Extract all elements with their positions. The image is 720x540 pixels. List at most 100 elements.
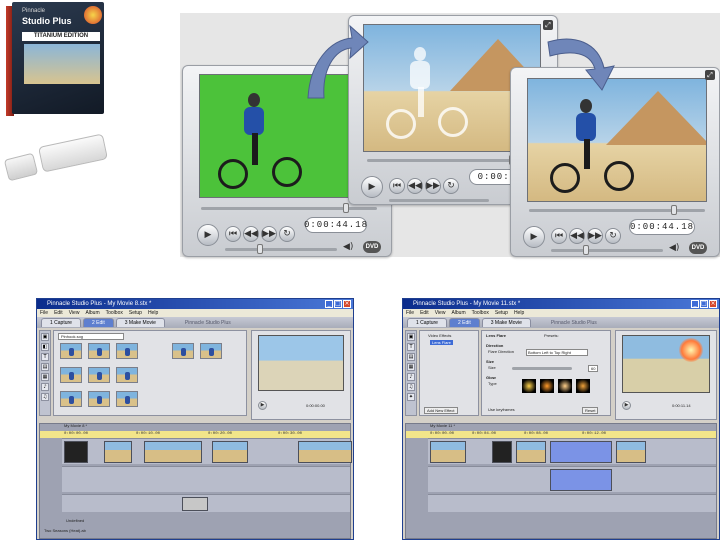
go-to-start-button[interactable]: ⏮ bbox=[225, 226, 241, 242]
flare-direction-select[interactable]: Bottom Left to Top Right bbox=[526, 349, 588, 356]
photo-icon[interactable]: ▤ bbox=[407, 353, 415, 361]
selected-clip[interactable] bbox=[550, 469, 612, 491]
album-dropdown[interactable]: Pinhook.sog bbox=[58, 333, 124, 340]
play-button[interactable]: ▶ bbox=[523, 226, 545, 248]
flare-type-swatch[interactable] bbox=[522, 379, 536, 393]
speaker-icon[interactable]: ◀) bbox=[669, 243, 679, 253]
scrub-bar[interactable] bbox=[201, 207, 377, 210]
selected-clip[interactable] bbox=[550, 441, 612, 463]
loop-button[interactable]: ↻ bbox=[443, 178, 459, 194]
close-icon[interactable]: × bbox=[709, 300, 717, 308]
add-new-effect-button[interactable]: Add New Effect bbox=[424, 407, 458, 414]
timeline-clip[interactable] bbox=[64, 441, 88, 463]
use-keyframes-checkbox[interactable]: Use keyframes bbox=[488, 407, 515, 412]
time-ruler[interactable]: 0:00:00.00 0:00:04.00 0:00:08.00 0:00:12… bbox=[406, 431, 716, 438]
menu-icon[interactable]: ▦ bbox=[41, 373, 49, 381]
volume-knob[interactable] bbox=[257, 244, 263, 254]
timeline-clip[interactable] bbox=[430, 441, 466, 463]
album-thumbnail[interactable] bbox=[60, 343, 82, 359]
size-value[interactable]: 60 bbox=[588, 365, 599, 372]
speaker-icon[interactable]: ◀) bbox=[343, 242, 353, 252]
fast-forward-button[interactable]: ▶▶ bbox=[425, 178, 441, 194]
dvd-button[interactable]: DVD bbox=[689, 242, 707, 254]
tab-edit[interactable]: 2 Edit bbox=[82, 318, 114, 327]
sound-icon[interactable]: ♪ bbox=[41, 383, 49, 391]
effects-icon[interactable]: ✦ bbox=[407, 393, 415, 401]
title-icon[interactable]: T bbox=[407, 343, 415, 351]
timeline-clip[interactable] bbox=[298, 441, 352, 463]
tab-edit[interactable]: 2 Edit bbox=[448, 318, 480, 327]
album-thumbnail[interactable] bbox=[172, 343, 194, 359]
maximize-icon[interactable]: □ bbox=[700, 300, 708, 308]
reset-button[interactable]: Reset bbox=[582, 407, 599, 414]
volume-track[interactable] bbox=[551, 249, 663, 252]
menu-setup[interactable]: Setup bbox=[129, 309, 142, 317]
go-to-start-button[interactable]: ⏮ bbox=[551, 228, 567, 244]
volume-track[interactable] bbox=[225, 248, 337, 251]
album-thumbnail[interactable] bbox=[88, 367, 110, 383]
play-button[interactable]: ▶ bbox=[622, 401, 631, 410]
menu-view[interactable]: View bbox=[69, 309, 80, 317]
album-thumbnail[interactable] bbox=[116, 391, 138, 407]
menu-edit[interactable]: Edit bbox=[54, 309, 63, 317]
play-button[interactable]: ▶ bbox=[258, 401, 267, 410]
music-icon[interactable]: ♫ bbox=[407, 383, 415, 391]
menu-album[interactable]: Album bbox=[451, 309, 465, 317]
close-icon[interactable]: × bbox=[343, 300, 351, 308]
dvd-button[interactable]: DVD bbox=[363, 241, 381, 253]
tab-make-movie[interactable]: 3 Make Movie bbox=[481, 318, 531, 327]
title-icon[interactable]: T bbox=[41, 353, 49, 361]
rewind-button[interactable]: ◀◀ bbox=[569, 228, 585, 244]
rewind-button[interactable]: ◀◀ bbox=[407, 178, 423, 194]
album-thumbnail[interactable] bbox=[88, 343, 110, 359]
flare-type-swatch[interactable] bbox=[558, 379, 572, 393]
menu-file[interactable]: File bbox=[40, 309, 48, 317]
fullscreen-icon[interactable]: ⤢ bbox=[705, 70, 715, 80]
rewind-button[interactable]: ◀◀ bbox=[243, 226, 259, 242]
loop-button[interactable]: ↻ bbox=[605, 228, 621, 244]
album-thumbnail[interactable] bbox=[60, 391, 82, 407]
timeline-clip[interactable] bbox=[492, 441, 512, 463]
album-thumbnail[interactable] bbox=[116, 367, 138, 383]
menu-toolbox[interactable]: Toolbox bbox=[472, 309, 489, 317]
album-thumbnail[interactable] bbox=[116, 343, 138, 359]
minimize-icon[interactable]: _ bbox=[325, 300, 333, 308]
scrub-bar[interactable] bbox=[529, 209, 705, 212]
play-button[interactable]: ▶ bbox=[361, 176, 383, 198]
tab-make-movie[interactable]: 3 Make Movie bbox=[115, 318, 165, 327]
volume-track[interactable] bbox=[389, 199, 489, 202]
menu-view[interactable]: View bbox=[435, 309, 446, 317]
timeline-clip[interactable] bbox=[182, 497, 208, 511]
album-thumbnail[interactable] bbox=[88, 391, 110, 407]
menu-help[interactable]: Help bbox=[514, 309, 524, 317]
fast-forward-button[interactable]: ▶▶ bbox=[261, 226, 277, 242]
menu-album[interactable]: Album bbox=[85, 309, 99, 317]
album-thumbnail[interactable] bbox=[60, 367, 82, 383]
size-slider[interactable] bbox=[512, 367, 572, 370]
time-ruler[interactable]: 0:00:00.00 0:00:10.00 0:00:20.00 0:00:30… bbox=[40, 431, 350, 438]
timeline-clip[interactable] bbox=[516, 441, 546, 463]
tab-capture[interactable]: 1 Capture bbox=[407, 318, 447, 327]
sound-icon[interactable]: ♪ bbox=[407, 373, 415, 381]
music-icon[interactable]: ♫ bbox=[41, 393, 49, 401]
timeline-clip[interactable] bbox=[144, 441, 202, 463]
flare-type-swatch[interactable] bbox=[576, 379, 590, 393]
menu-file[interactable]: File bbox=[406, 309, 414, 317]
loop-button[interactable]: ↻ bbox=[279, 226, 295, 242]
menu-toolbox[interactable]: Toolbox bbox=[106, 309, 123, 317]
tab-capture[interactable]: 1 Capture bbox=[41, 318, 81, 327]
video-icon[interactable]: ▣ bbox=[41, 333, 49, 341]
menu-edit[interactable]: Edit bbox=[420, 309, 429, 317]
menu-setup[interactable]: Setup bbox=[495, 309, 508, 317]
go-to-start-button[interactable]: ⏮ bbox=[389, 178, 405, 194]
minimize-icon[interactable]: _ bbox=[691, 300, 699, 308]
timeline-clip[interactable] bbox=[212, 441, 248, 463]
menu-icon[interactable]: ▦ bbox=[407, 363, 415, 371]
video-icon[interactable]: ▣ bbox=[407, 333, 415, 341]
transition-icon[interactable]: ◧ bbox=[41, 343, 49, 351]
album-thumbnail[interactable] bbox=[200, 343, 222, 359]
play-button[interactable]: ▶ bbox=[197, 224, 219, 246]
photo-icon[interactable]: ▤ bbox=[41, 363, 49, 371]
fast-forward-button[interactable]: ▶▶ bbox=[587, 228, 603, 244]
volume-knob[interactable] bbox=[583, 245, 589, 255]
